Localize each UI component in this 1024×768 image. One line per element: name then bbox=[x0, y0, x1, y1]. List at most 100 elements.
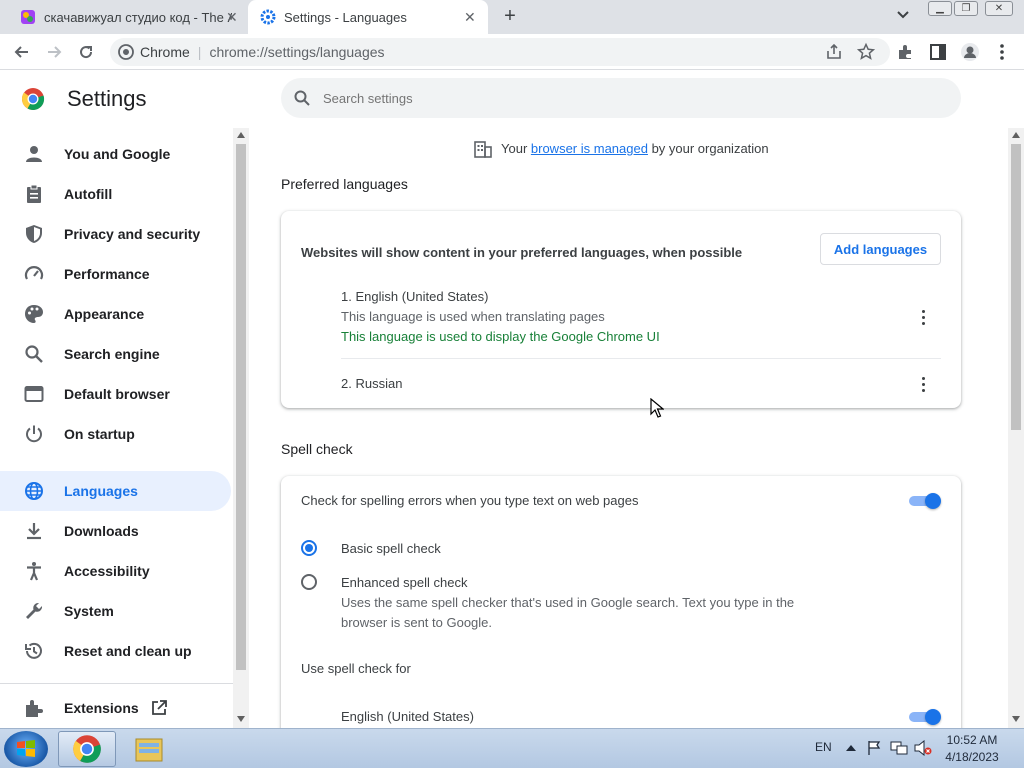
tab-close-icon[interactable]: ✕ bbox=[464, 9, 476, 26]
browser-managed-link[interactable]: browser is managed bbox=[531, 141, 648, 156]
chrome-logo-icon bbox=[21, 88, 45, 111]
tab-search-chevron-icon[interactable] bbox=[896, 8, 910, 22]
sidebar-scrollbar[interactable] bbox=[233, 128, 249, 728]
scroll-down-icon[interactable] bbox=[237, 716, 245, 722]
tab-close-icon[interactable]: ✕ bbox=[226, 9, 238, 26]
sidebar-item-extensions[interactable]: Extensions bbox=[0, 688, 231, 728]
sidebar-item-privacy-security[interactable]: Privacy and security bbox=[0, 214, 231, 254]
preferred-languages-card: Websites will show content in your prefe… bbox=[281, 211, 961, 408]
start-button[interactable] bbox=[4, 731, 48, 767]
scroll-up-icon[interactable] bbox=[1012, 132, 1020, 138]
minimize-icon[interactable]: ▁ bbox=[928, 1, 952, 16]
extensions-icon[interactable] bbox=[896, 42, 916, 62]
profile-avatar-icon[interactable] bbox=[960, 42, 980, 62]
settings-gear-icon bbox=[260, 9, 276, 25]
sidebar-item-label: You and Google bbox=[64, 146, 171, 162]
sidebar-item-label: Default browser bbox=[64, 386, 170, 402]
sidebar-item-label: Reset and clean up bbox=[64, 643, 192, 659]
clipboard-icon bbox=[27, 184, 41, 203]
power-icon bbox=[26, 425, 42, 443]
sidebar-item-label: Languages bbox=[64, 483, 138, 499]
sidebar-item-label: On startup bbox=[64, 426, 135, 442]
settings-sidebar: You and Google Autofill Privacy and secu… bbox=[0, 128, 233, 728]
input-language-indicator[interactable]: EN bbox=[815, 740, 832, 754]
accessibility-icon bbox=[27, 562, 41, 581]
wrench-icon bbox=[26, 602, 43, 619]
sidebar-item-languages[interactable]: Languages bbox=[0, 471, 231, 511]
enhanced-spell-check-radio[interactable] bbox=[301, 574, 317, 590]
network-icon[interactable] bbox=[890, 740, 908, 756]
sidebar-item-label: Privacy and security bbox=[64, 226, 201, 242]
sidebar-item-performance[interactable]: Performance bbox=[0, 254, 231, 294]
chrome-menu-icon[interactable] bbox=[992, 42, 1012, 62]
enhanced-spell-check-label: Enhanced spell check bbox=[341, 575, 468, 590]
taskbar-chrome-button[interactable] bbox=[58, 731, 116, 767]
show-hidden-icons-icon[interactable] bbox=[846, 743, 856, 751]
windows-taskbar: EN 10:52 AM 4/18/2023 bbox=[0, 728, 1024, 768]
history-icon bbox=[25, 642, 42, 659]
external-link-icon bbox=[152, 700, 167, 715]
enhanced-spell-check-description-cont: browser is sent to Google. bbox=[341, 615, 493, 630]
shield-icon bbox=[26, 225, 42, 243]
sidebar-item-system[interactable]: System bbox=[0, 591, 231, 631]
tab-vscode-search[interactable]: скачавижуал студио код - The А ✕ bbox=[8, 0, 248, 34]
search-icon bbox=[25, 345, 43, 363]
share-icon[interactable] bbox=[824, 42, 844, 62]
search-input[interactable] bbox=[323, 90, 923, 106]
sidebar-item-default-browser[interactable]: Default browser bbox=[0, 374, 231, 414]
add-languages-button[interactable]: Add languages bbox=[820, 233, 941, 265]
reload-icon[interactable] bbox=[76, 42, 96, 62]
folder-icon bbox=[135, 738, 163, 762]
basic-spell-check-radio[interactable] bbox=[301, 540, 317, 556]
scroll-down-icon[interactable] bbox=[1012, 716, 1020, 722]
language-more-actions-icon[interactable] bbox=[913, 307, 933, 327]
clock-date[interactable]: 4/18/2023 bbox=[930, 750, 1014, 764]
sidebar-item-label: Downloads bbox=[64, 523, 139, 539]
sidebar-item-you-and-google[interactable]: You and Google bbox=[0, 134, 231, 174]
sidebar-item-label: Performance bbox=[64, 266, 150, 282]
spell-check-toggle-label: Check for spelling errors when you type … bbox=[301, 493, 639, 508]
clock-time[interactable]: 10:52 AM bbox=[930, 733, 1014, 747]
sidebar-item-on-startup[interactable]: On startup bbox=[0, 414, 231, 454]
windows-logo-icon bbox=[17, 740, 35, 757]
bookmark-star-icon[interactable] bbox=[856, 42, 876, 62]
palette-icon bbox=[25, 305, 43, 323]
language-note: This language is used when translating p… bbox=[341, 309, 605, 324]
basic-spell-check-label: Basic spell check bbox=[341, 541, 441, 556]
sidebar-item-reset-clean-up[interactable]: Reset and clean up bbox=[0, 631, 231, 671]
address-bar[interactable]: Chrome | chrome://settings/languages bbox=[110, 38, 890, 66]
language-more-actions-icon[interactable] bbox=[913, 374, 933, 394]
tab-title: Settings - Languages bbox=[284, 9, 407, 25]
sidebar-item-accessibility[interactable]: Accessibility bbox=[0, 551, 231, 591]
scroll-up-icon[interactable] bbox=[237, 132, 245, 138]
new-tab-icon[interactable]: + bbox=[498, 5, 522, 28]
building-icon bbox=[474, 141, 492, 158]
spell-check-toggle[interactable] bbox=[907, 491, 941, 511]
main-scrollbar[interactable] bbox=[1008, 128, 1024, 728]
enhanced-spell-check-description: Uses the same spell checker that's used … bbox=[341, 595, 795, 610]
forward-icon[interactable] bbox=[44, 42, 64, 62]
scrollbar-thumb[interactable] bbox=[236, 144, 246, 670]
sidebar-item-label: Extensions bbox=[64, 700, 139, 716]
language-ui-note: This language is used to display the Goo… bbox=[341, 329, 660, 344]
close-window-icon[interactable]: ✕ bbox=[985, 1, 1013, 16]
tab-settings-languages[interactable]: Settings - Languages ✕ bbox=[248, 0, 488, 34]
gauge-icon bbox=[24, 266, 44, 280]
sidebar-item-appearance[interactable]: Appearance bbox=[0, 294, 231, 334]
action-center-flag-icon[interactable] bbox=[866, 740, 882, 756]
spell-check-card: Check for spelling errors when you type … bbox=[281, 476, 961, 728]
restore-icon[interactable]: ❐ bbox=[954, 1, 978, 16]
spell-check-language-toggle[interactable] bbox=[907, 707, 941, 727]
scrollbar-thumb[interactable] bbox=[1011, 144, 1021, 430]
language-name: 1. English (United States) bbox=[341, 289, 489, 304]
taskbar-explorer-button[interactable] bbox=[122, 731, 176, 767]
sidebar-item-downloads[interactable]: Downloads bbox=[0, 511, 231, 551]
side-panel-icon[interactable] bbox=[928, 42, 948, 62]
divider bbox=[341, 358, 941, 359]
sidebar-item-search-engine[interactable]: Search engine bbox=[0, 334, 231, 374]
search-bar[interactable] bbox=[281, 78, 961, 118]
back-icon[interactable] bbox=[12, 42, 32, 62]
sidebar-item-autofill[interactable]: Autofill bbox=[0, 174, 231, 214]
sidebar-item-label: Search engine bbox=[64, 346, 160, 362]
globe-icon bbox=[25, 482, 43, 500]
